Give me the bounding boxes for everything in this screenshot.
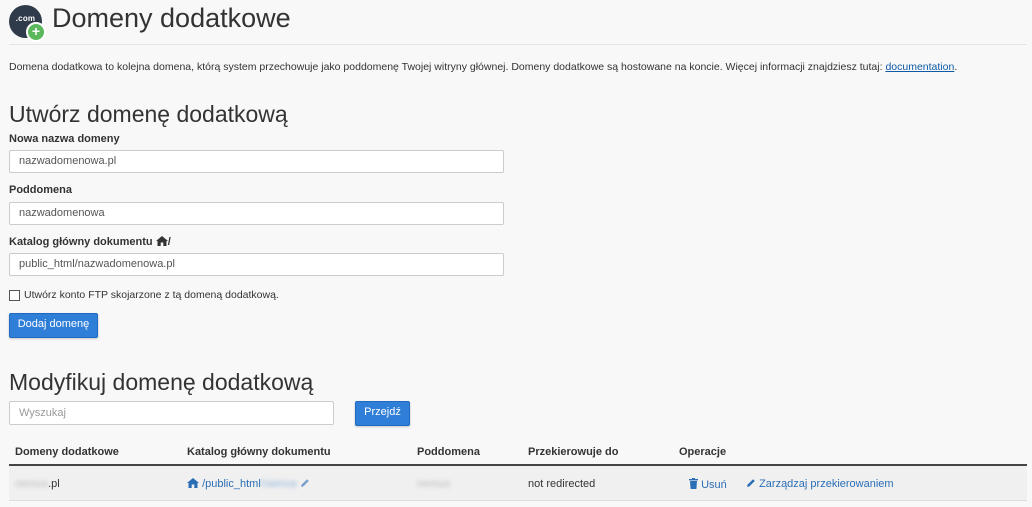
- column-header-subdomain[interactable]: Poddomena: [417, 446, 480, 458]
- document-root-label: Katalog główny dokumentu /: [9, 236, 171, 249]
- column-header-document-root[interactable]: Katalog główny dokumentu: [187, 446, 331, 458]
- column-header-addon-domains[interactable]: Domeny dodatkowe: [15, 446, 119, 458]
- row-redirect-status: not redirected: [528, 478, 596, 490]
- manage-redirect-link[interactable]: Zarządzaj przekierowaniem: [746, 478, 894, 491]
- new-domain-label: Nowa nazwa domeny: [9, 133, 120, 145]
- home-icon: [187, 478, 199, 491]
- row-subdomain-blurred: nemus: [417, 478, 451, 490]
- create-section-heading: Utwórz domenę dodatkową: [9, 101, 288, 127]
- document-root-input[interactable]: public_html/nazwadomenowa.pl: [9, 253, 504, 276]
- row-domain-cell: nemus.pl: [15, 478, 60, 490]
- row-document-root-link[interactable]: /public_html/nemus: [187, 478, 310, 491]
- new-domain-input[interactable]: nazwadomenowa.pl: [9, 150, 504, 173]
- row-document-root-prefix: /public_html: [202, 478, 261, 490]
- pencil-icon[interactable]: [300, 478, 310, 491]
- subdomain-input[interactable]: nazwadomenowa: [9, 202, 504, 225]
- pencil-icon: [746, 478, 756, 491]
- row-domain-suffix: .pl: [48, 478, 60, 490]
- column-header-actions: Operacje: [679, 446, 727, 458]
- home-icon: [155, 236, 168, 249]
- modify-section-heading: Modyfikuj domenę dodatkową: [9, 369, 314, 395]
- documentation-link[interactable]: documentation: [885, 61, 954, 73]
- trash-icon: [689, 478, 698, 492]
- search-input[interactable]: Wyszukaj: [9, 401, 334, 425]
- manage-redirect-label: Zarządzaj przekierowaniem: [759, 478, 894, 490]
- document-root-label-text: Katalog główny dokumentu: [9, 236, 153, 248]
- column-header-redirects-to[interactable]: Przekierowuje do: [528, 446, 618, 458]
- subdomain-label: Poddomena: [9, 184, 72, 196]
- go-button[interactable]: Przejdź: [355, 401, 410, 426]
- plus-icon: +: [26, 22, 46, 42]
- row-subdomain-cell: nemus: [417, 478, 450, 490]
- add-domain-button[interactable]: Dodaj domenę: [9, 313, 98, 338]
- row-document-root-blurred: /nemus: [260, 478, 297, 490]
- row-domain-blurred: nemus: [15, 478, 49, 490]
- ftp-account-checkbox[interactable]: [9, 290, 20, 301]
- addon-domains-app-icon: .com +: [9, 5, 46, 42]
- description-text: Domena dodatkowa to kolejna domena, któr…: [9, 61, 886, 73]
- remove-domain-label: Usuń: [701, 479, 727, 491]
- page-description: Domena dodatkowa to kolejna domena, któr…: [9, 61, 957, 73]
- remove-domain-link[interactable]: Usuń: [689, 478, 727, 492]
- ftp-account-checkbox-label: Utwórz konto FTP skojarzone z tą domeną …: [24, 289, 279, 301]
- title-divider: [9, 44, 1027, 45]
- description-suffix: .: [954, 61, 958, 73]
- page-title: Domeny dodatkowe: [52, 3, 291, 33]
- document-root-label-suffix: /: [167, 236, 171, 248]
